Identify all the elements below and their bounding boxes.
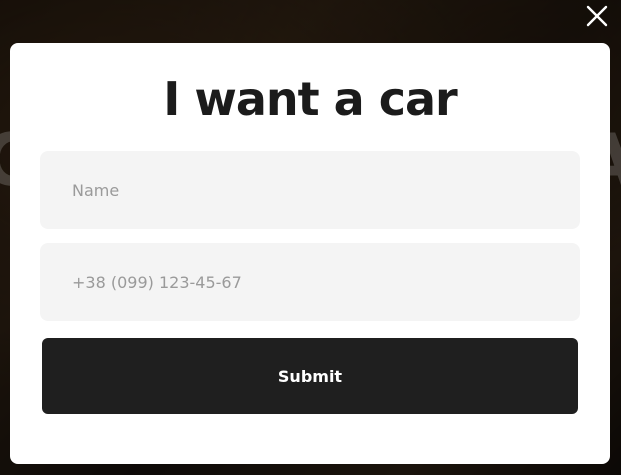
- modal-title: I want a car: [163, 72, 457, 126]
- close-icon: [586, 5, 608, 27]
- phone-input[interactable]: [40, 243, 580, 321]
- submit-button[interactable]: Submit: [42, 338, 578, 414]
- close-button[interactable]: [584, 3, 610, 29]
- name-input[interactable]: [40, 151, 580, 229]
- request-car-modal: I want a car Submit: [10, 43, 610, 464]
